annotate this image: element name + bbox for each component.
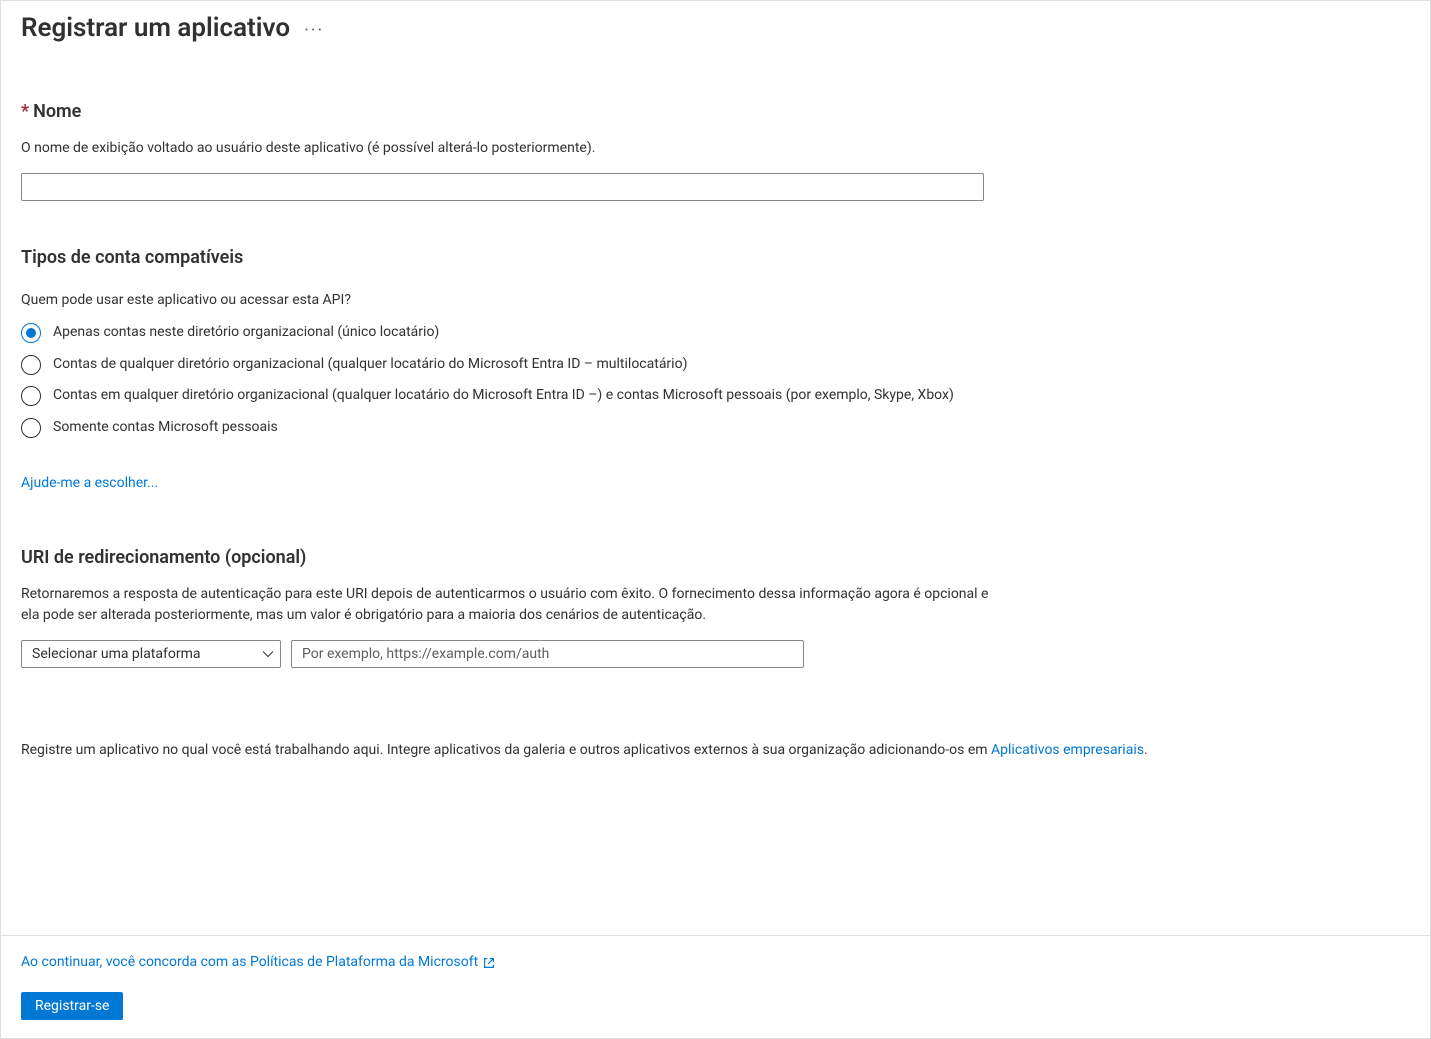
redirect-uri-description: Retornaremos a resposta de autenticação … bbox=[21, 584, 1001, 626]
page-header: Registrar um aplicativo ··· bbox=[1, 1, 1430, 43]
radio-label: Contas em qualquer diretório organizacio… bbox=[53, 385, 954, 407]
page-title: Registrar um aplicativo bbox=[21, 13, 290, 43]
radio-icon bbox=[21, 323, 41, 343]
account-type-option-single-tenant[interactable]: Apenas contas neste diretório organizaci… bbox=[21, 322, 1410, 344]
redirect-uri-row: Selecionar uma plataforma bbox=[21, 640, 1410, 668]
redirect-uri-heading: URI de redirecionamento (opcional) bbox=[21, 547, 1410, 568]
required-star-icon: * bbox=[21, 101, 29, 122]
enterprise-apps-link[interactable]: Aplicativos empresariais bbox=[991, 742, 1144, 758]
account-types-radio-group: Apenas contas neste diretório organizaci… bbox=[21, 322, 1410, 439]
redirect-uri-input[interactable] bbox=[291, 640, 804, 668]
footer: Ao continuar, você concorda com as Polít… bbox=[1, 935, 1430, 1038]
radio-label: Contas de qualquer diretório organizacio… bbox=[53, 354, 687, 376]
name-input[interactable] bbox=[21, 173, 984, 201]
platform-dropdown-label: Selecionar uma plataforma bbox=[32, 646, 201, 662]
account-type-option-multi-tenant-personal[interactable]: Contas em qualquer diretório organizacio… bbox=[21, 385, 1410, 407]
help-me-choose-link[interactable]: Ajude-me a escolher... bbox=[21, 475, 158, 491]
bottom-note-prefix: Registre um aplicativo no qual você está… bbox=[21, 742, 991, 758]
account-types-heading: Tipos de conta compatíveis bbox=[21, 247, 1410, 268]
bottom-note-suffix: . bbox=[1144, 742, 1148, 758]
radio-label: Apenas contas neste diretório organizaci… bbox=[53, 322, 439, 344]
account-type-option-multi-tenant[interactable]: Contas de qualquer diretório organizacio… bbox=[21, 354, 1410, 376]
chevron-down-icon bbox=[262, 648, 274, 660]
form-content: *Nome O nome de exibição voltado ao usuá… bbox=[1, 101, 1430, 761]
account-types-question: Quem pode usar este aplicativo ou acessa… bbox=[21, 292, 1410, 308]
name-description: O nome de exibição voltado ao usuário de… bbox=[21, 138, 1001, 159]
radio-icon bbox=[21, 386, 41, 406]
register-application-page: Registrar um aplicativo ··· *Nome O nome… bbox=[0, 0, 1431, 1039]
radio-icon bbox=[21, 418, 41, 438]
name-label-text: Nome bbox=[33, 101, 81, 122]
radio-label: Somente contas Microsoft pessoais bbox=[53, 417, 278, 439]
external-link-icon bbox=[482, 956, 496, 970]
name-label: *Nome bbox=[21, 101, 1410, 122]
radio-icon bbox=[21, 355, 41, 375]
bottom-note: Registre um aplicativo no qual você está… bbox=[21, 740, 1410, 761]
platform-policies-link[interactable]: Ao continuar, você concorda com as Polít… bbox=[21, 954, 496, 970]
register-button[interactable]: Registrar-se bbox=[21, 992, 123, 1020]
platform-dropdown[interactable]: Selecionar uma plataforma bbox=[21, 640, 281, 668]
platform-policies-text: Ao continuar, você concorda com as Polít… bbox=[21, 954, 478, 970]
account-type-option-personal-only[interactable]: Somente contas Microsoft pessoais bbox=[21, 417, 1410, 439]
more-menu-icon[interactable]: ··· bbox=[304, 16, 324, 40]
